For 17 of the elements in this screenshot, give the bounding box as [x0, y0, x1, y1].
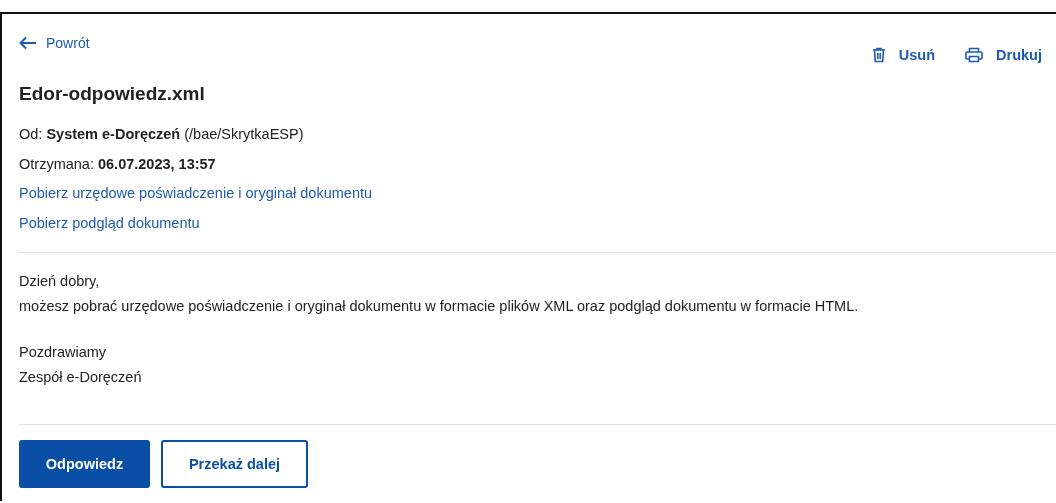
message-text: Dzień dobry,	[19, 272, 101, 291]
download-link[interactable]: Pobierz podgląd dokumentu	[19, 214, 200, 231]
message-text: Pozdrawiamy	[19, 343, 108, 362]
print-link[interactable]: Drukuj	[965, 47, 1042, 63]
arrow-left-icon	[19, 36, 37, 50]
meta-text: Od: System e-Doręczeń (/bae/SkrytkaESP)	[19, 125, 305, 144]
printer-icon	[965, 47, 984, 63]
forward-button[interactable]: Przekaż dalej	[161, 440, 308, 488]
download-link[interactable]: Pobierz urzędowe poświadczenie i oryginał dokumentu	[19, 185, 373, 201]
document-title: Edor-odpowiedz.xml	[19, 83, 206, 106]
trash-icon	[871, 47, 886, 63]
meta-text: Otrzymana: 06.07.2023, 13:57	[19, 154, 217, 174]
delete-link[interactable]: Usuń	[871, 47, 936, 63]
message-text: możesz pobrać urzędowe poświadczenie i oryginał dokumentu w formacie plików XML oraz podgląd dokumentu w formacie HTML.	[19, 297, 860, 316]
message-text: Zespół e-Doręczeń	[19, 368, 143, 387]
back-link[interactable]: Powrót	[19, 35, 90, 51]
reply-button[interactable]: Odpowiedz	[19, 440, 150, 488]
